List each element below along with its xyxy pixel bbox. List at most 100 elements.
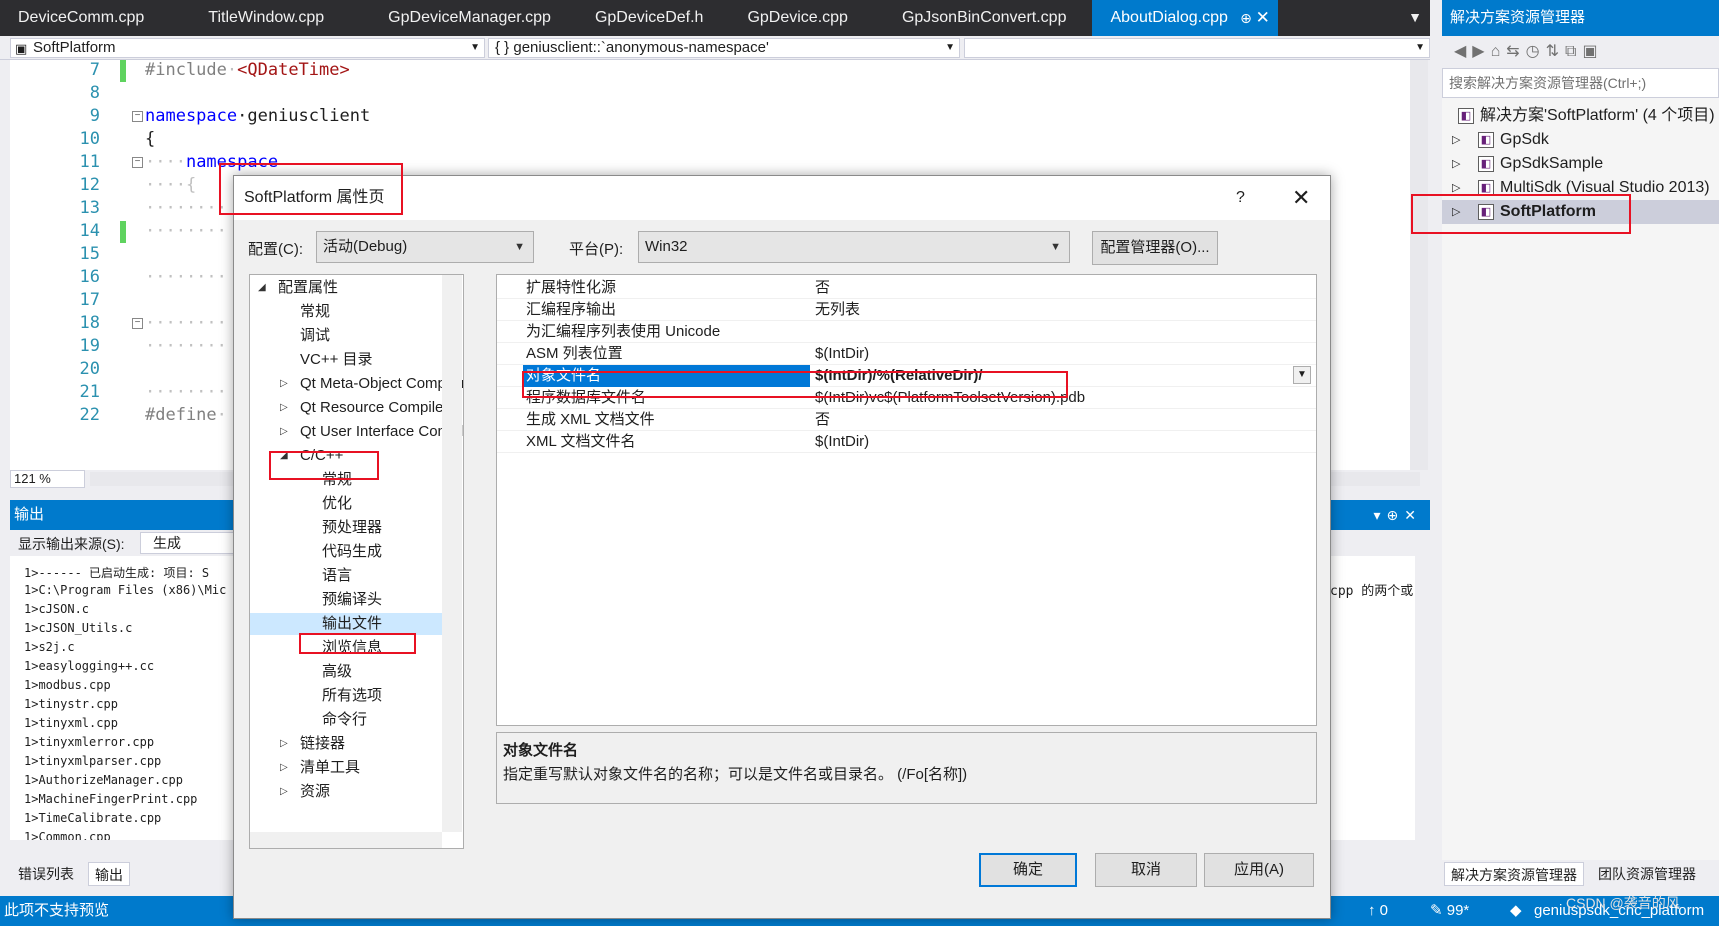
- tab-gpdevicemanager[interactable]: GpDeviceManager.cpp: [370, 0, 569, 36]
- property-name: 生成 XML 文档文件: [526, 411, 655, 428]
- line-number: 11: [79, 152, 100, 172]
- ok-button[interactable]: 确定: [979, 853, 1077, 887]
- property-value[interactable]: 无列表: [815, 299, 860, 321]
- tree-item-all-options[interactable]: 所有选项: [322, 685, 382, 707]
- publish-count[interactable]: ↑ 0: [1368, 896, 1388, 926]
- chevron-down-icon: ▼: [470, 42, 480, 53]
- output-line: 1>tinyxml.cpp: [24, 716, 118, 730]
- tab-solution-explorer[interactable]: 解决方案资源管理器: [1444, 862, 1584, 886]
- expand-icon[interactable]: ▷: [280, 757, 288, 779]
- tree-vertical-scrollbar[interactable]: [442, 275, 462, 832]
- tree-item-config-properties[interactable]: ◢ 配置属性: [258, 277, 338, 299]
- property-value[interactable]: $(IntDir): [815, 431, 869, 453]
- property-name: ASM 列表位置: [526, 345, 623, 362]
- expand-icon[interactable]: ▷: [1452, 152, 1460, 176]
- project-dropdown[interactable]: ▣ SoftPlatform ▼: [10, 38, 485, 58]
- tab-error-list[interactable]: 错误列表: [12, 862, 80, 886]
- tree-item-debugging[interactable]: 调试: [300, 325, 330, 347]
- property-row[interactable]: 生成 XML 文档文件 否: [497, 409, 1316, 431]
- tab-dropdown-icon[interactable]: ▼: [1400, 0, 1430, 36]
- property-value[interactable]: 否: [815, 277, 830, 299]
- tab-gpdevice[interactable]: GpDevice.cpp: [729, 0, 866, 36]
- expand-icon[interactable]: ▷: [280, 781, 288, 803]
- tree-item-qt-rcc[interactable]: ▷ Qt Resource Compiler: [280, 397, 448, 419]
- pin-icon[interactable]: ⊕: [1240, 0, 1252, 36]
- code-line-define: #define·: [145, 405, 227, 425]
- tree-horizontal-scrollbar[interactable]: [250, 832, 442, 848]
- tree-item-command-line[interactable]: 命令行: [322, 709, 367, 731]
- tree-item-optimization[interactable]: 优化: [322, 493, 352, 515]
- output-line: 1>s2j.c: [24, 640, 75, 654]
- tree-item-qt-uic[interactable]: ▷ Qt User Interface Compiler: [280, 421, 464, 443]
- close-button[interactable]: ✕: [1292, 176, 1310, 220]
- chevron-down-icon[interactable]: ▼: [1293, 366, 1311, 384]
- solution-search-input[interactable]: 搜索解决方案资源管理器(Ctrl+;): [1442, 68, 1719, 98]
- tree-item-gpsdk[interactable]: ▷ ◧ GpSdk: [1442, 128, 1719, 152]
- property-description: 对象文件名 指定重写默认对象文件名的名称；可以是文件名或目录名。 (/Fo[名称…: [496, 732, 1317, 804]
- solution-explorer-toolbar[interactable]: ◀▶⌂⇆◷⇅⧉▣: [1442, 36, 1719, 68]
- output-line: 1>TimeCalibrate.cpp: [24, 811, 162, 825]
- tab-aboutdialog[interactable]: AboutDialog.cpp ⊕ ✕: [1092, 0, 1278, 36]
- tab-gpdevicedef[interactable]: GpDeviceDef.h: [577, 0, 722, 36]
- member-dropdown[interactable]: ▼: [964, 38, 1430, 58]
- tree-item-gpsdksample[interactable]: ▷ ◧ GpSdkSample: [1442, 152, 1719, 176]
- tree-item-advanced[interactable]: 高级: [322, 661, 352, 683]
- tree-item-code-generation[interactable]: 代码生成: [322, 541, 382, 563]
- panel-controls[interactable]: ▾⊕✕: [1374, 500, 1423, 530]
- tree-item-linker[interactable]: ▷ 链接器: [280, 733, 345, 755]
- platform-dropdown[interactable]: Win32 ▼: [638, 231, 1070, 263]
- property-row[interactable]: 汇编程序输出 无列表: [497, 299, 1316, 321]
- expand-icon[interactable]: ▷: [280, 421, 288, 443]
- property-value[interactable]: 否: [815, 409, 830, 431]
- tree-item-label: Qt Resource Compiler: [300, 399, 449, 416]
- tab-gpjsonbinconvert[interactable]: GpJsonBinConvert.cpp: [884, 0, 1085, 36]
- line-number: 16: [79, 267, 100, 287]
- property-row[interactable]: ASM 列表位置 $(IntDir): [497, 343, 1316, 365]
- tree-item-output-files[interactable]: 输出文件: [250, 613, 442, 635]
- property-row[interactable]: 为汇编程序列表使用 Unicode: [497, 321, 1316, 343]
- tab-titlewindow[interactable]: TitleWindow.cpp: [190, 0, 342, 36]
- collapse-icon[interactable]: −: [132, 318, 143, 329]
- close-icon[interactable]: ✕: [1256, 0, 1270, 36]
- expand-icon[interactable]: ▷: [280, 397, 288, 419]
- tree-item-manifest-tool[interactable]: ▷ 清单工具: [280, 757, 360, 779]
- tree-item-label: Qt User Interface Compiler: [300, 423, 464, 440]
- expand-icon[interactable]: ▷: [280, 373, 288, 395]
- scope-dropdown[interactable]: { } geniusclient::`anonymous-namespace' …: [488, 38, 960, 58]
- editor-vertical-scrollbar[interactable]: [1410, 60, 1428, 470]
- pending-edits[interactable]: ✎ 99*: [1430, 896, 1469, 926]
- expand-icon[interactable]: ▷: [280, 733, 288, 755]
- collapse-icon[interactable]: −: [132, 111, 143, 122]
- config-dropdown[interactable]: 活动(Debug) ▼: [316, 231, 534, 263]
- tab-team-explorer[interactable]: 团队资源管理器: [1592, 862, 1702, 886]
- code-line-indent: ········: [145, 382, 227, 402]
- property-value[interactable]: $(IntDir): [815, 343, 869, 365]
- config-manager-button[interactable]: 配置管理器(O)...: [1092, 231, 1218, 265]
- property-row[interactable]: 扩展特性化源 否: [497, 277, 1316, 299]
- code-line-indent: ········: [145, 267, 227, 287]
- tree-item-general[interactable]: 常规: [300, 301, 330, 323]
- tree-item-precompiled-headers[interactable]: 预编译头: [322, 589, 382, 611]
- tree-item-preprocessor[interactable]: 预处理器: [322, 517, 382, 539]
- tree-item-solution[interactable]: ◧ 解决方案'SoftPlatform' (4 个项目): [1442, 104, 1719, 128]
- tab-devicecomm[interactable]: DeviceComm.cpp: [0, 0, 162, 36]
- help-button[interactable]: ?: [1236, 176, 1245, 220]
- tree-item-resources[interactable]: ▷ 资源: [280, 781, 330, 803]
- cancel-button[interactable]: 取消: [1095, 853, 1197, 887]
- line-number: 22: [79, 405, 100, 425]
- change-marker: [120, 60, 126, 82]
- platform-value: Win32: [645, 238, 688, 255]
- line-number: 15: [79, 244, 100, 264]
- tree-item-vc-directories[interactable]: VC++ 目录: [300, 349, 373, 371]
- tab-output[interactable]: 输出: [88, 862, 130, 886]
- tree-item-qt-moc[interactable]: ▷ Qt Meta-Object Compiler: [280, 373, 463, 395]
- collapse-icon[interactable]: −: [132, 157, 143, 168]
- apply-button[interactable]: 应用(A): [1204, 853, 1314, 887]
- line-number: 17: [79, 290, 100, 310]
- expand-icon[interactable]: ▷: [1452, 128, 1460, 152]
- tree-item-language[interactable]: 语言: [322, 565, 352, 587]
- property-row[interactable]: XML 文档文件名 $(IntDir): [497, 431, 1316, 453]
- collapse-icon[interactable]: ◢: [258, 277, 266, 299]
- tree-item-label: 清单工具: [300, 759, 361, 776]
- zoom-dropdown[interactable]: 121 %: [10, 470, 85, 488]
